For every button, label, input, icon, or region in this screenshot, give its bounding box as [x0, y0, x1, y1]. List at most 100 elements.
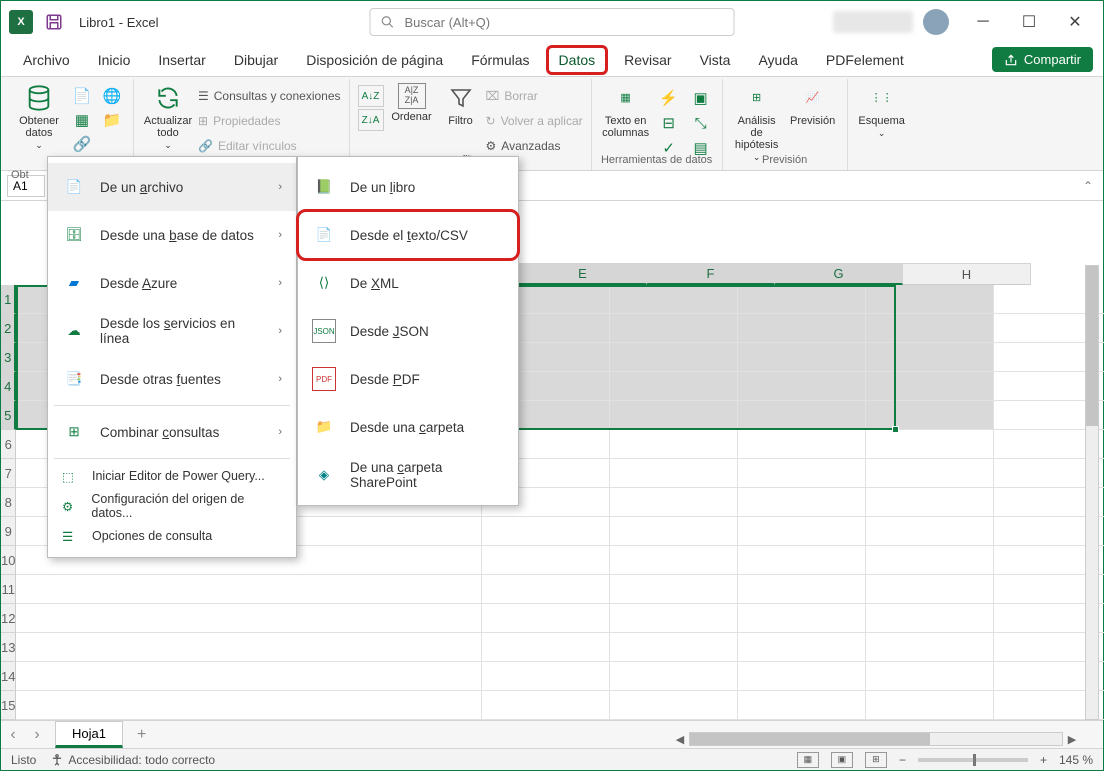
tab-formulas[interactable]: Fórmulas	[459, 46, 541, 74]
row-3[interactable]: 3	[1, 343, 16, 372]
submenu-from-workbook[interactable]: 📗 De un libro	[298, 163, 518, 211]
row-9[interactable]: 9	[1, 517, 16, 546]
tab-dibujar[interactable]: Dibujar	[222, 46, 290, 74]
tab-disposicion[interactable]: Disposición de página	[294, 46, 455, 74]
vertical-scrollbar[interactable]	[1083, 265, 1101, 720]
menu-combine[interactable]: ⊞ Combinar consultas ›	[48, 408, 296, 456]
row-12[interactable]: 12	[1, 604, 16, 633]
add-sheet-button[interactable]: +	[137, 726, 146, 744]
sort-asc-icon[interactable]: A↓Z	[358, 85, 384, 107]
menu-from-file[interactable]: 📄 De un archivo ›	[48, 163, 296, 211]
sheet-tab-hoja1[interactable]: Hoja1	[55, 721, 123, 748]
tab-ayuda[interactable]: Ayuda	[746, 46, 809, 74]
row-10[interactable]: 10	[1, 546, 16, 575]
menu-source-settings[interactable]: ⚙Configuración del origen de datos...	[48, 491, 296, 521]
tab-pdfelement[interactable]: PDFelement	[814, 46, 916, 74]
submenu-from-csv[interactable]: 📄 Desde el texto/CSV	[298, 211, 518, 259]
row-6[interactable]: 6	[1, 430, 16, 459]
submenu-from-json[interactable]: JSON Desde JSON	[298, 307, 518, 355]
remove-dup-icon[interactable]: ⊟	[656, 112, 682, 134]
user-avatar[interactable]	[923, 9, 949, 35]
view-break[interactable]: ⊞	[865, 752, 887, 768]
whatif-button[interactable]: ⊞ Análisis de hipótesis⌄	[731, 81, 783, 165]
submenu-from-folder[interactable]: 📁 Desde una carpeta	[298, 403, 518, 451]
from-text-icon[interactable]: 📄	[69, 85, 95, 107]
queries-connections[interactable]: ☰Consultas y conexiones	[198, 85, 341, 107]
menu-from-other[interactable]: 📑 Desde otras fuentes ›	[48, 355, 296, 403]
row-1[interactable]: 1	[1, 285, 16, 314]
col-H[interactable]: H	[903, 263, 1031, 285]
other-icon: 📑	[62, 367, 86, 391]
col-E[interactable]: E	[519, 263, 647, 285]
view-layout[interactable]: ▣	[831, 752, 853, 768]
combine-icon: ⊞	[62, 420, 86, 444]
from-web-icon[interactable]: 🌐	[99, 85, 125, 107]
refresh-all-button[interactable]: Actualizar todo⌄	[142, 81, 194, 153]
horizontal-scrollbar[interactable]: ◀▶	[671, 730, 1081, 748]
menu-from-azure[interactable]: ▰ Desde Azure ›	[48, 259, 296, 307]
save-icon[interactable]	[43, 11, 65, 33]
view-normal[interactable]: ▦	[797, 752, 819, 768]
col-F[interactable]: F	[647, 263, 775, 285]
tab-datos[interactable]: Datos	[546, 45, 609, 75]
outline-button[interactable]: ⋮⋮ Esquema⌄	[856, 81, 908, 141]
row-14[interactable]: 14	[1, 662, 16, 691]
menu-pq-editor[interactable]: ⬚Iniciar Editor de Power Query...	[48, 461, 296, 491]
tab-insertar[interactable]: Insertar	[146, 46, 217, 74]
status-accessibility[interactable]: Accesibilidad: todo correcto	[50, 753, 215, 767]
menu-from-database[interactable]: 🗄 Desde una base de datos ›	[48, 211, 296, 259]
col-G[interactable]: G	[775, 263, 903, 285]
row-4[interactable]: 4	[1, 372, 16, 401]
filter-button[interactable]: Filtro	[440, 81, 482, 129]
get-data-menu: 📄 De un archivo › 🗄 Desde una base de da…	[47, 156, 297, 558]
recent-sources-icon[interactable]: 📁	[99, 109, 125, 131]
search-input[interactable]: Buscar (Alt+Q)	[370, 8, 735, 36]
tab-vista[interactable]: Vista	[688, 46, 743, 74]
get-data-button[interactable]: Obtener datos⌄	[13, 81, 65, 153]
row-7[interactable]: 7	[1, 459, 16, 488]
menu-query-options[interactable]: ☰Opciones de consulta	[48, 521, 296, 551]
existing-conn-icon[interactable]: 🔗	[69, 133, 95, 155]
menu-from-online[interactable]: ☁ Desde los servicios en línea ›	[48, 307, 296, 355]
consolidate-icon[interactable]: ▣	[688, 87, 714, 109]
window-title: Libro1 - Excel	[79, 15, 158, 30]
row-15[interactable]: 15	[1, 691, 16, 720]
row-13[interactable]: 13	[1, 633, 16, 662]
sheet-nav-prev[interactable]: ‹	[1, 726, 25, 744]
zoom-out[interactable]: −	[899, 753, 906, 767]
row-11[interactable]: 11	[1, 575, 16, 604]
flash-fill-icon[interactable]: ⚡	[656, 87, 682, 109]
filter-icon	[446, 83, 476, 113]
tab-inicio[interactable]: Inicio	[86, 46, 143, 74]
sort-icon: A|ZZ|A	[398, 83, 426, 109]
sort-desc-icon[interactable]: Z↓A	[358, 109, 384, 131]
selection-handle[interactable]	[892, 426, 899, 433]
row-5[interactable]: 5	[1, 401, 16, 430]
row-8[interactable]: 8	[1, 488, 16, 517]
advanced-filter[interactable]: ⚙Avanzadas	[486, 135, 583, 157]
collapse-ribbon-icon[interactable]: ⌃	[1083, 179, 1093, 193]
close-button[interactable]: ✕	[1053, 7, 1097, 37]
row-2[interactable]: 2	[1, 314, 16, 343]
maximize-button[interactable]: ☐	[1007, 7, 1051, 37]
from-table-icon[interactable]: ▦	[69, 109, 95, 131]
tab-revisar[interactable]: Revisar	[612, 46, 683, 74]
relations-icon[interactable]: ⤡	[688, 112, 714, 134]
submenu-from-xml[interactable]: ⟨⟩ De XML	[298, 259, 518, 307]
submenu-from-sharepoint[interactable]: ◈ De una carpeta SharePoint	[298, 451, 518, 499]
azure-icon: ▰	[62, 271, 86, 295]
tab-archivo[interactable]: Archivo	[11, 46, 82, 74]
minimize-button[interactable]: ─	[961, 7, 1005, 37]
zoom-level[interactable]: 145 %	[1059, 753, 1093, 767]
properties-button: ⊞Propiedades	[198, 110, 341, 132]
titlebar: X Libro1 - Excel Buscar (Alt+Q) ─ ☐ ✕	[1, 1, 1103, 43]
forecast-button[interactable]: 📈 Previsión	[787, 81, 839, 129]
share-button[interactable]: Compartir	[992, 47, 1093, 72]
text-to-columns[interactable]: ▦ Texto en columnas	[600, 81, 652, 141]
sort-button[interactable]: A|ZZ|A Ordenar	[388, 81, 436, 125]
zoom-in[interactable]: +	[1040, 753, 1047, 767]
zoom-slider[interactable]	[918, 758, 1028, 762]
sheet-nav-next[interactable]: ›	[25, 726, 49, 744]
user-name-blur	[833, 11, 913, 33]
submenu-from-pdf[interactable]: PDF Desde PDF	[298, 355, 518, 403]
